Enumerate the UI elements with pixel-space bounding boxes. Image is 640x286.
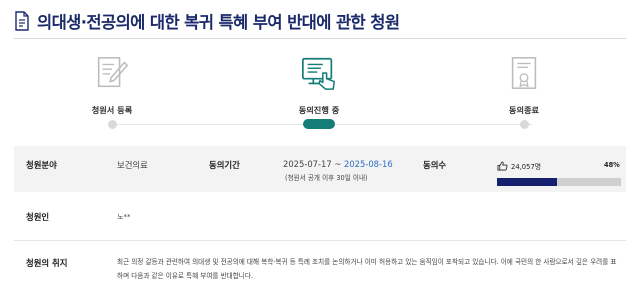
period-separator: ~ [331, 159, 345, 169]
field-label: 청원분야 [26, 160, 57, 170]
period-end: 2025-08-16 [344, 159, 393, 169]
agree-progress-bar [497, 178, 621, 186]
step-label: 동의진행 중 [298, 105, 340, 115]
step-marker-registration [108, 120, 117, 129]
petitioner-value: 노** [117, 213, 131, 221]
period-note: (청원서 공개 이후 30일 이내) [285, 174, 368, 182]
agree-label: 동의수 [423, 160, 447, 170]
page-title: 의대생·전공의에 대한 복귀 특혜 부여 반대에 관한 청원 [37, 13, 400, 32]
purpose-text: 최근 의정 갈등과 관련하여 의대생 및 전공의에 대해 복학·복귀 등 특례 … [117, 258, 617, 280]
period-dates: 2025-07-17 ~ 2025-08-16 [283, 159, 393, 169]
step-closed: 동의종료 [469, 54, 579, 116]
agree-percent: 48% [604, 161, 620, 169]
period-start: 2025-07-17 [283, 159, 332, 169]
agree-progress-fill [497, 178, 557, 186]
step-label: 동의종료 [508, 105, 540, 115]
title-divider [14, 38, 626, 39]
step-marker-in-progress [303, 119, 335, 129]
period-label: 동의기간 [209, 160, 240, 170]
agree-count: 24,057명 [511, 163, 542, 171]
thumbs-up-icon [497, 161, 508, 171]
page-header: 의대생·전공의에 대한 복귀 특혜 부여 반대에 관한 청원 [14, 4, 626, 38]
certificate-icon [511, 57, 537, 89]
purpose-label: 청원의 취지 [26, 258, 68, 268]
step-label: 청원서 등록 [91, 105, 133, 115]
document-icon [15, 11, 29, 31]
petitioner-label: 청원인 [26, 212, 50, 222]
field-value: 보건의료 [117, 160, 148, 170]
pen-document-icon [97, 57, 129, 88]
step-marker-closed [520, 120, 529, 129]
agree-count-row: 24,057명 [497, 161, 541, 171]
monitor-hand-icon [301, 57, 335, 90]
step-registration: 청원서 등록 [57, 54, 167, 116]
petition-progress-steps: 청원서 등록 동의진행 중 동의종료 [0, 48, 640, 132]
step-in-progress: 동의진행 중 [264, 54, 374, 116]
section-divider [14, 240, 626, 241]
